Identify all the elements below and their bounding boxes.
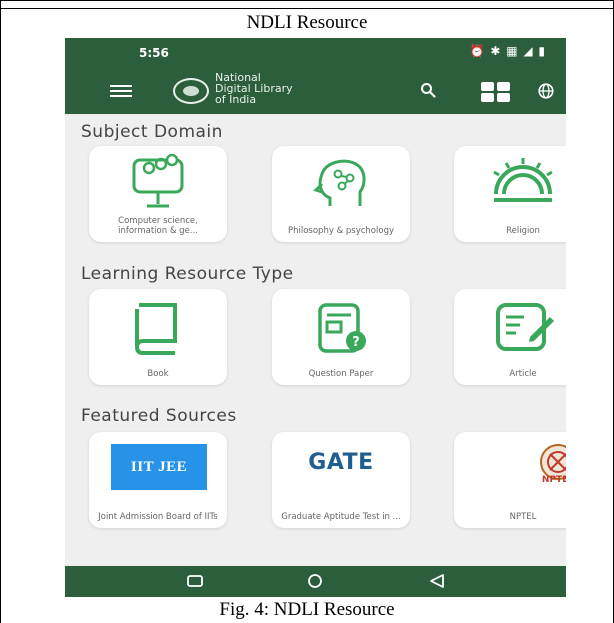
- figure-caption: Fig. 4: NDLI Resource: [219, 599, 395, 620]
- computer-science-icon: [132, 154, 184, 208]
- source-card-gate[interactable]: GATE Graduate Aptitude Test in ...: [272, 432, 410, 528]
- book-icon: [134, 303, 177, 355]
- phone-screenshot: 5:56 ⏰ ✱ ▦ ◢ ▮ National Digital Library …: [65, 38, 566, 597]
- source-card-nptel[interactable]: NPTEL NPTEL: [454, 432, 566, 528]
- hamburger-menu-icon[interactable]: [110, 85, 132, 97]
- table-rule: [0, 0, 614, 1]
- card-label: NPTEL: [509, 512, 537, 522]
- card-label: Graduate Aptitude Test in ...: [281, 512, 401, 522]
- svg-text:?: ?: [352, 335, 360, 350]
- status-icons: ⏰ ✱ ▦ ◢ ▮: [469, 44, 546, 58]
- card-label: Article: [509, 369, 537, 379]
- gate-logo: GATE: [308, 450, 374, 475]
- resource-card-question-paper[interactable]: ? Question Paper: [272, 289, 410, 385]
- app-bar: 5:56 ⏰ ✱ ▦ ◢ ▮ National Digital Library …: [65, 38, 566, 114]
- source-card-iit-jee[interactable]: IIT JEE Joint Admission Board of IITs: [89, 432, 227, 528]
- question-paper-icon: ?: [318, 303, 366, 353]
- nptel-emblem-icon: [540, 444, 566, 480]
- card-label: Joint Admission Board of IITs: [98, 512, 218, 522]
- subject-card-religion[interactable]: Religion: [454, 146, 566, 242]
- resource-card-article[interactable]: Article: [454, 289, 566, 385]
- card-label: Book: [147, 369, 169, 379]
- section-title-featured-sources: Featured Sources: [81, 406, 237, 426]
- religion-sun-icon: [493, 158, 553, 202]
- section-title-learning-resource-type: Learning Resource Type: [81, 264, 294, 284]
- grid-view-icon[interactable]: [481, 82, 511, 102]
- philosophy-head-icon: [313, 159, 366, 206]
- recent-apps-icon[interactable]: [183, 572, 207, 590]
- search-icon[interactable]: [420, 82, 436, 98]
- subject-card-philosophy[interactable]: Philosophy & psychology: [272, 146, 410, 242]
- resource-card-book[interactable]: Book: [89, 289, 227, 385]
- android-nav-bar: [65, 566, 566, 597]
- back-icon[interactable]: [425, 572, 449, 590]
- subject-card-computer-science[interactable]: Computer science, information & ge...: [89, 146, 227, 242]
- article-icon: [496, 303, 554, 351]
- figure-title: NDLI Resource: [246, 12, 368, 33]
- table-rule: [0, 8, 614, 9]
- section-title-subject-domain: Subject Domain: [81, 122, 223, 142]
- iit-jee-logo: IIT JEE: [111, 444, 207, 490]
- card-label: Religion: [506, 226, 540, 236]
- logo-line: of India: [215, 93, 257, 106]
- card-label: Question Paper: [308, 369, 374, 379]
- ndli-logo-icon: [173, 78, 209, 104]
- ndli-logo-text: National Digital Library of India: [215, 72, 335, 105]
- nptel-logo-text: NPTEL: [541, 475, 566, 485]
- card-label: Computer science, information & ge...: [118, 216, 198, 236]
- home-icon[interactable]: [303, 572, 327, 590]
- status-time: 5:56: [139, 46, 169, 60]
- globe-language-icon[interactable]: [538, 83, 554, 99]
- card-label: Philosophy & psychology: [287, 226, 394, 236]
